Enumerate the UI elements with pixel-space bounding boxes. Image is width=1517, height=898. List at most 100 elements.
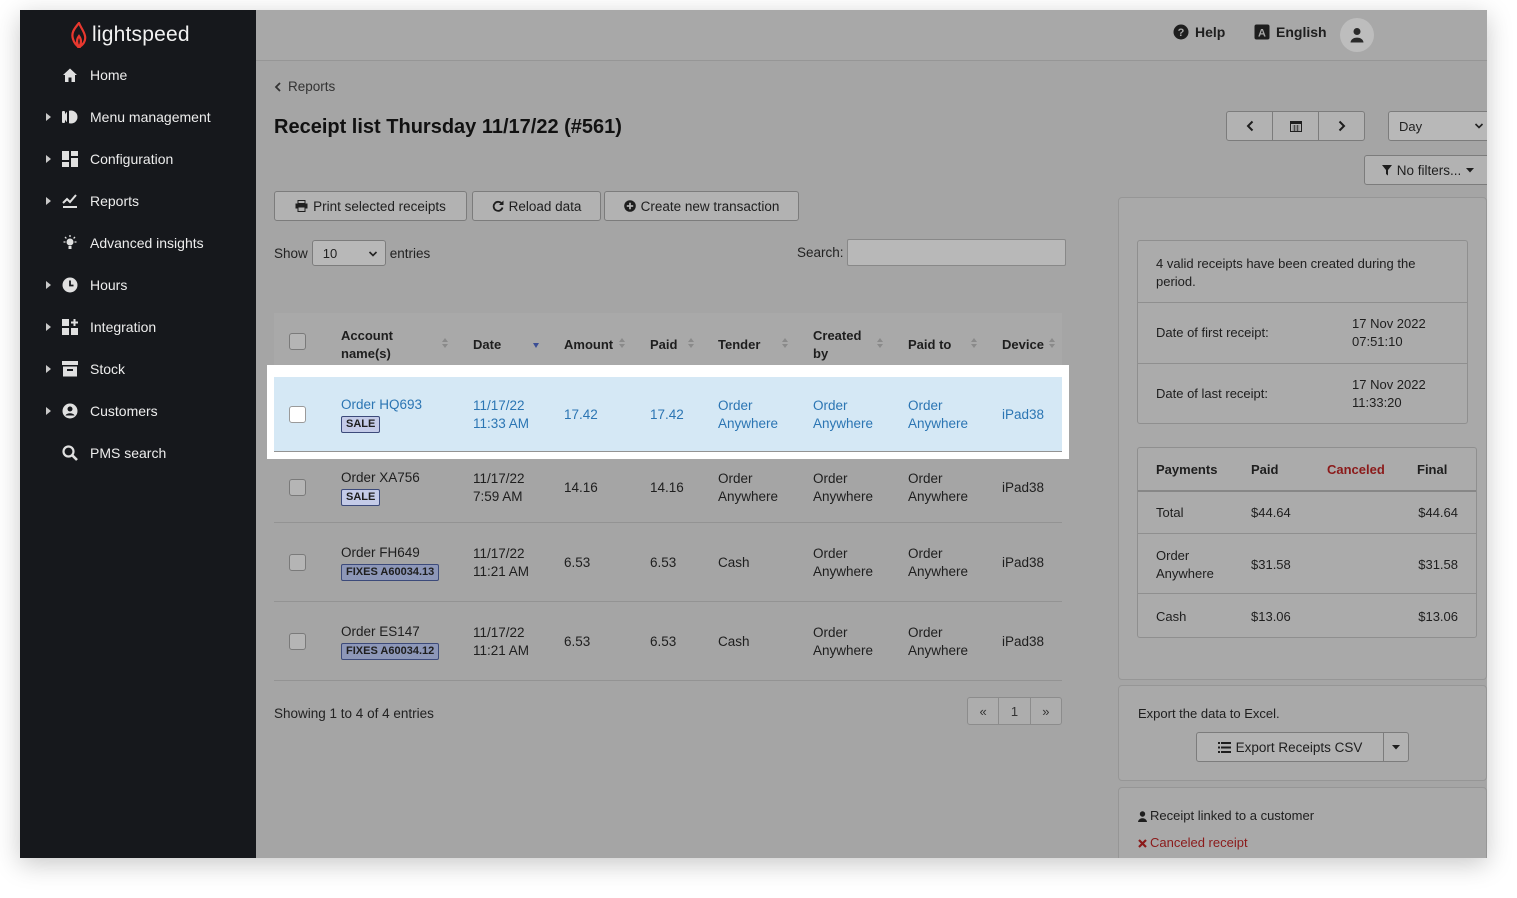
reload-data-button[interactable]: Reload data bbox=[472, 191, 601, 221]
app-window: lightspeed Home Menu management Configur… bbox=[20, 10, 1487, 858]
table-row[interactable]: Order ES147 FIXES A60034.12 11/17/22 11:21… bbox=[274, 602, 1062, 681]
sidebar-item-pms-search[interactable]: PMS search bbox=[20, 432, 256, 474]
column-header-created-by[interactable]: Created by bbox=[813, 327, 873, 363]
column-header-tender[interactable]: Tender bbox=[718, 336, 760, 354]
payment-final: $31.58 bbox=[1418, 557, 1458, 572]
breadcrumb[interactable]: Reports bbox=[274, 79, 335, 94]
export-panel: Export the data to Excel. Export Receipt… bbox=[1118, 685, 1487, 781]
pagination-page-1[interactable]: 1 bbox=[999, 698, 1031, 724]
caret-right-icon bbox=[46, 365, 51, 373]
pagination-next[interactable]: » bbox=[1031, 698, 1061, 724]
column-header-paid[interactable]: Paid bbox=[650, 336, 677, 354]
entries-select[interactable]: 10 bbox=[311, 240, 386, 266]
caret-down-icon bbox=[1392, 744, 1400, 749]
user-icon bbox=[1350, 28, 1364, 43]
created-by-cell: Order Anywhere bbox=[813, 470, 874, 504]
previous-day-button[interactable] bbox=[1227, 112, 1273, 140]
column-header-paid-to[interactable]: Paid to bbox=[908, 336, 951, 354]
sidebar-item-advanced-insights[interactable]: Advanced insights bbox=[20, 222, 256, 264]
help-link[interactable]: ? Help bbox=[1173, 24, 1225, 40]
created-by-cell[interactable]: Order Anywhere bbox=[813, 397, 893, 433]
date-cell[interactable]: 11/17/22 11:33 AM bbox=[473, 397, 543, 433]
calendar-button[interactable] bbox=[1273, 112, 1319, 140]
payment-final: $44.64 bbox=[1418, 505, 1458, 520]
plus-circle-icon bbox=[623, 200, 636, 212]
account-cell[interactable]: Order ES147 FIXES A60034.12 bbox=[341, 623, 440, 660]
caret-right-icon bbox=[46, 281, 51, 289]
payment-paid: $44.64 bbox=[1251, 505, 1291, 520]
table-header: Account name(s) Date Amount Paid Tender … bbox=[274, 313, 1062, 367]
refresh-icon bbox=[492, 200, 504, 212]
account-name[interactable]: Order HQ693 bbox=[341, 396, 422, 414]
export-options-button[interactable] bbox=[1383, 732, 1409, 762]
sort-icon bbox=[877, 338, 883, 348]
sort-icon bbox=[619, 338, 625, 348]
amount-cell[interactable]: 17.42 bbox=[564, 406, 598, 424]
language-selector[interactable]: A English bbox=[1254, 24, 1327, 40]
row-checkbox[interactable] bbox=[289, 633, 306, 650]
legend-canceled-label: Canceled receipt bbox=[1150, 835, 1248, 850]
device-cell[interactable]: iPad38 bbox=[1002, 406, 1044, 424]
paid-cell: 14.16 bbox=[650, 479, 684, 495]
select-all-checkbox[interactable] bbox=[289, 333, 306, 350]
user-avatar[interactable] bbox=[1340, 18, 1374, 52]
close-icon bbox=[1138, 838, 1147, 848]
paid-cell: 6.53 bbox=[650, 554, 677, 570]
table-row[interactable]: Order HQ693 SALE 11/17/22 11:33 AM 17.42 17.… bbox=[274, 377, 1062, 452]
created-by-cell: Order Anywhere bbox=[813, 545, 874, 579]
sidebar-item-home[interactable]: Home bbox=[20, 54, 256, 96]
sidebar-item-hours[interactable]: Hours bbox=[20, 264, 256, 306]
pagination: « 1 » bbox=[967, 697, 1062, 725]
account-name[interactable]: Order FH649 bbox=[341, 544, 439, 562]
paid-cell[interactable]: 17.42 bbox=[650, 406, 684, 424]
row-checkbox[interactable] bbox=[289, 406, 306, 423]
date-cell: 11/17/22 11:21 AM bbox=[473, 624, 530, 658]
sort-icon bbox=[442, 338, 448, 348]
table-row[interactable]: Order FH649 FIXES A60034.13 11/17/22 11:21… bbox=[274, 523, 1062, 602]
next-day-button[interactable] bbox=[1319, 112, 1364, 140]
legend-panel: Receipt linked to a customer Canceled re… bbox=[1118, 787, 1487, 858]
pagination-previous[interactable]: « bbox=[968, 698, 1000, 724]
svg-text:A: A bbox=[1258, 28, 1266, 40]
paid-to-cell[interactable]: Order Anywhere bbox=[908, 397, 988, 433]
payment-name: Cash bbox=[1156, 609, 1187, 624]
row-checkbox[interactable] bbox=[289, 554, 306, 571]
paid-to-cell: Order Anywhere bbox=[908, 470, 969, 504]
period-select[interactable]: Day bbox=[1388, 111, 1487, 141]
account-cell[interactable]: Order XA756 SALE bbox=[341, 469, 420, 506]
create-transaction-button[interactable]: Create new transaction bbox=[604, 191, 799, 221]
legend-linked-label: Receipt linked to a customer bbox=[1150, 808, 1315, 823]
table-row[interactable]: Order XA756 SALE 11/17/22 7:59 AM 14.16 14.1… bbox=[274, 452, 1062, 523]
last-receipt-value: 17 Nov 2022 11:33:20 bbox=[1352, 377, 1426, 410]
print-receipts-button[interactable]: Print selected receipts bbox=[274, 191, 467, 221]
lightspeed-logo[interactable]: lightspeed bbox=[70, 20, 190, 50]
sidebar-item-configuration[interactable]: Configuration bbox=[20, 138, 256, 180]
sidebar-item-stock[interactable]: Stock bbox=[20, 348, 256, 390]
column-header-account[interactable]: Account name(s) bbox=[341, 327, 431, 363]
column-header-amount[interactable]: Amount bbox=[564, 336, 613, 354]
column-header-date[interactable]: Date bbox=[473, 336, 501, 354]
tender-cell[interactable]: Order Anywhere bbox=[718, 397, 798, 433]
sidebar-item-reports[interactable]: Reports bbox=[20, 180, 256, 222]
sort-icon bbox=[688, 338, 694, 348]
integration-icon bbox=[61, 318, 79, 336]
column-header-device[interactable]: Device bbox=[1002, 336, 1044, 354]
sidebar-item-menu-management[interactable]: Menu management bbox=[20, 96, 256, 138]
date-cell: 11/17/22 7:59 AM bbox=[473, 470, 525, 504]
sidebar-item-integration[interactable]: Integration bbox=[20, 306, 256, 348]
export-csv-button[interactable]: Export Receipts CSV bbox=[1196, 732, 1384, 762]
account-cell[interactable]: Order HQ693 SALE bbox=[341, 396, 422, 433]
create-label: Create new transaction bbox=[640, 198, 780, 214]
account-name[interactable]: Order ES147 bbox=[341, 623, 439, 641]
account-cell[interactable]: Order FH649 FIXES A60034.13 bbox=[341, 544, 440, 581]
row-checkbox[interactable] bbox=[289, 479, 306, 496]
date-navigator bbox=[1226, 111, 1365, 141]
sidebar: lightspeed Home Menu management Configur… bbox=[20, 10, 256, 858]
chevron-right-icon bbox=[1338, 120, 1345, 132]
export-text: Export the data to Excel. bbox=[1138, 706, 1280, 721]
sidebar-item-customers[interactable]: Customers bbox=[20, 390, 256, 432]
search-input[interactable] bbox=[846, 239, 1066, 266]
account-name[interactable]: Order XA756 bbox=[341, 469, 420, 487]
filters-button[interactable]: No filters... bbox=[1364, 155, 1487, 185]
chevron-down-icon bbox=[368, 251, 377, 257]
